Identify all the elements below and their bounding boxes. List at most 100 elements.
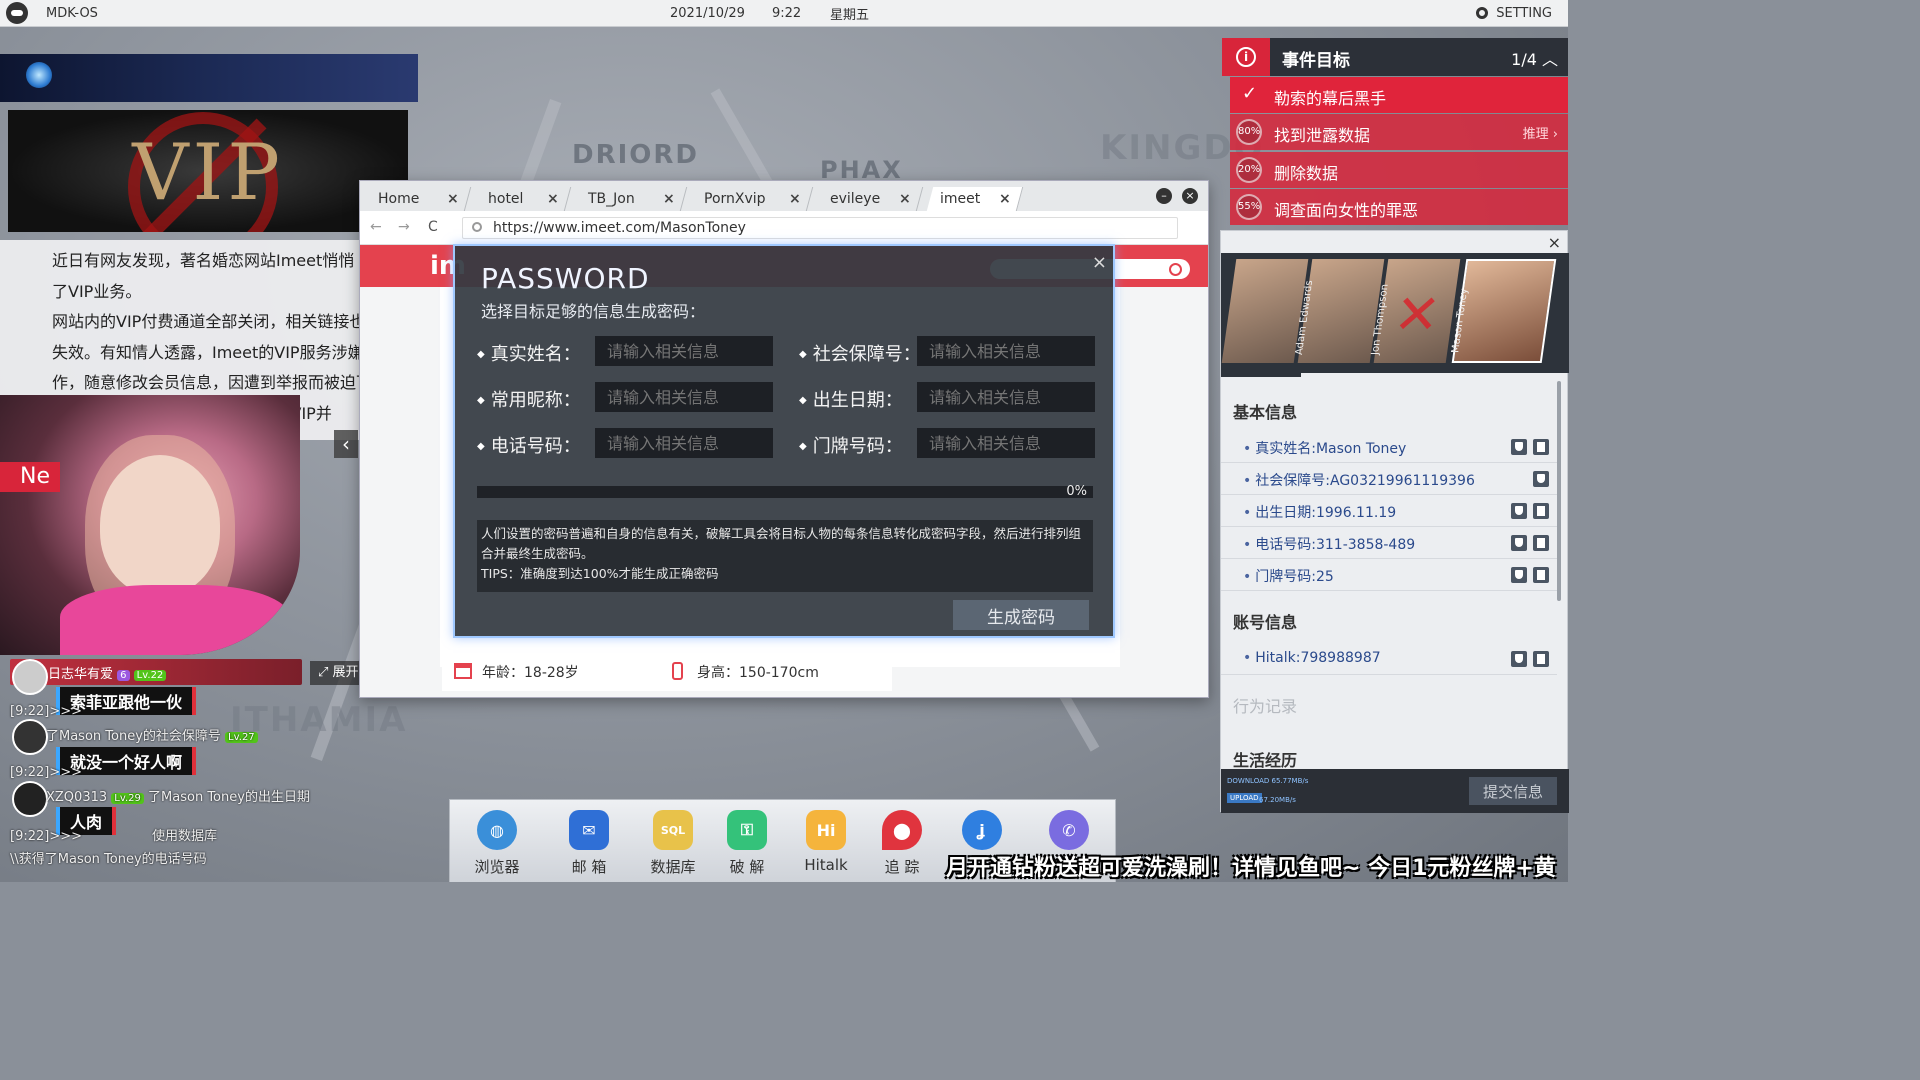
shield-icon[interactable] (1511, 651, 1527, 667)
chat-line: [9:22]>>> (10, 704, 82, 719)
article-line: 近日有网友发现，著名婚恋网站Imeet悄悄 (52, 251, 355, 270)
shield-icon[interactable] (1511, 535, 1527, 551)
level-badge: Lv.27 (225, 732, 258, 743)
avatar (12, 659, 48, 695)
document-icon[interactable] (1533, 651, 1549, 667)
reasoning-link[interactable]: 推理 › (1523, 123, 1558, 142)
nickname-input[interactable] (595, 382, 773, 412)
tips-text: TIPS：准确度到达100%才能生成正确密码 (481, 566, 719, 581)
globe-icon: ◍ (477, 810, 517, 850)
article-back-button[interactable]: ‹ (334, 430, 358, 458)
download-speed: DOWNLOAD 65.77MB/s (1227, 777, 1309, 785)
close-window-button[interactable]: × (1182, 188, 1198, 204)
event-item[interactable]: 20% 删除数据 (1230, 152, 1568, 188)
event-objectives-header[interactable]: i 事件目标 1/4 ︿ (1222, 38, 1568, 76)
forward-arrow-icon[interactable]: → (398, 219, 410, 235)
minimize-button[interactable]: – (1156, 188, 1172, 204)
submit-info-button[interactable]: 提交信息 (1469, 777, 1557, 805)
tab-tb-jon[interactable]: TB_Jon × (574, 187, 688, 211)
dock-label: 追 踪 (884, 858, 920, 876)
dock-label: 数据库 (650, 858, 696, 876)
panel-scrollbar[interactable] (1557, 381, 1561, 601)
portrait[interactable]: Jon Thompson ✕ (1370, 259, 1461, 363)
dock-database[interactable]: SQL 数据库 (638, 810, 708, 877)
tab-home[interactable]: Home × (364, 187, 472, 211)
webcam-sweater (60, 585, 290, 655)
info-text: 真实姓名:Mason Toney (1243, 438, 1406, 458)
tab-close-icon[interactable]: × (999, 187, 1011, 211)
tab-pornxvip[interactable]: PornXvip × (690, 187, 814, 211)
document-icon[interactable] (1533, 439, 1549, 455)
info-row[interactable]: 真实姓名:Mason Toney (1221, 431, 1557, 463)
tab-evileye[interactable]: evileye × (816, 187, 924, 211)
back-arrow-icon[interactable]: ← (370, 219, 382, 235)
info-row[interactable]: 门牌号码:25 (1221, 559, 1557, 591)
clock: 9:22 (772, 5, 802, 21)
close-icon[interactable]: × (1548, 233, 1561, 252)
dock-hitalk[interactable]: Hi Hitalk (791, 810, 861, 874)
house-number-input[interactable] (917, 428, 1095, 458)
event-item[interactable]: 55% 调查面向女性的罪恶 (1230, 189, 1568, 225)
field-label-phone: 电话号码： (477, 432, 581, 458)
field-label-nickname: 常用昵称： (477, 386, 581, 412)
setting-button[interactable]: SETTING (1476, 6, 1552, 21)
ssn-input[interactable] (917, 336, 1095, 366)
tab-imeet[interactable]: imeet × (926, 187, 1024, 211)
target-info-panel: × Adam Edwards Jon Thompson ✕ Mason Toney… (1220, 230, 1569, 813)
shield-icon[interactable] (1511, 439, 1527, 455)
gear-icon (1476, 7, 1489, 19)
event-label: 找到泄露数据 (1274, 126, 1371, 145)
tab-close-icon[interactable]: × (899, 187, 911, 211)
level-badge: Lv.22 (133, 670, 167, 681)
document-icon[interactable] (1533, 567, 1549, 583)
info-row[interactable]: 社会保障号:AG03219961119396 (1221, 463, 1557, 495)
event-count: 1/4 ︿ (1511, 50, 1558, 69)
info-row[interactable]: Hitalk:798988987 (1221, 643, 1557, 675)
cake-icon (454, 663, 472, 679)
chat-line: [9:22]>>> 使用数据库 (10, 825, 217, 844)
info-text: 社会保障号:AG03219961119396 (1243, 470, 1475, 490)
reload-icon[interactable]: C (428, 219, 438, 235)
dock-browser[interactable]: ◍ 浏览器 (462, 810, 532, 877)
dialog-description: 人们设置的密码普遍和自身的信息有关，破解工具会将目标人物的每条信息转化成密码字段… (477, 520, 1093, 592)
shield-icon[interactable] (1511, 503, 1527, 519)
shield-icon[interactable] (1533, 471, 1549, 487)
progress-ring: 20% (1236, 157, 1262, 183)
document-icon[interactable] (1533, 535, 1549, 551)
birthdate-input[interactable] (917, 382, 1095, 412)
real-name-input[interactable] (595, 336, 773, 366)
info-row[interactable]: 出生日期:1996.11.19 (1221, 495, 1557, 527)
event-item[interactable]: 80% 找到泄露数据 推理 › (1230, 114, 1568, 150)
upload-speed: 67.20MB/s (1259, 796, 1296, 804)
close-icon[interactable]: × (1092, 252, 1107, 273)
dock-track[interactable]: ⬤ 追 踪 (867, 810, 937, 877)
streamer-webcam (0, 395, 300, 655)
top-bar: MDK-OS 2021/10/29 9:22 星期五 SETTING (0, 0, 1568, 27)
tab-close-icon[interactable]: × (663, 187, 675, 211)
level-badge: 6 (117, 670, 130, 681)
tab-label: PornXvip (704, 191, 766, 207)
event-item[interactable]: ✓ 勒索的幕后黑手 (1230, 77, 1568, 113)
level-badge: Lv.29 (111, 793, 144, 804)
document-icon[interactable] (1533, 503, 1549, 519)
event-title: 事件目标 (1282, 51, 1350, 71)
tab-close-icon[interactable]: × (547, 187, 559, 211)
stream-header-bar (0, 54, 418, 102)
dock-mail[interactable]: ✉ 邮 箱 (554, 810, 624, 877)
tab-close-icon[interactable]: × (447, 187, 459, 211)
shield-icon[interactable] (1511, 567, 1527, 583)
setting-label: SETTING (1496, 5, 1552, 21)
os-logo-icon (6, 2, 28, 24)
nav-bar: ← → C https://www.imeet.com/MasonToney (360, 211, 1208, 245)
tab-close-icon[interactable]: × (789, 187, 801, 211)
upload-label: UPLOAD (1227, 793, 1262, 803)
section-account-info: 账号信息 (1233, 613, 1298, 632)
tab-hotel[interactable]: hotel × (474, 187, 572, 211)
phone-input[interactable] (595, 428, 773, 458)
address-bar[interactable]: https://www.imeet.com/MasonToney (462, 217, 1178, 239)
portrait-scrollbar[interactable] (1221, 373, 1301, 377)
info-row[interactable]: 电话号码:311-3858-489 (1221, 527, 1557, 559)
generate-password-button[interactable]: 生成密码 (953, 600, 1089, 630)
portrait-selected[interactable]: Mason Toney (1450, 259, 1557, 363)
dock-crack[interactable]: ⚿ 破 解 (712, 810, 782, 877)
